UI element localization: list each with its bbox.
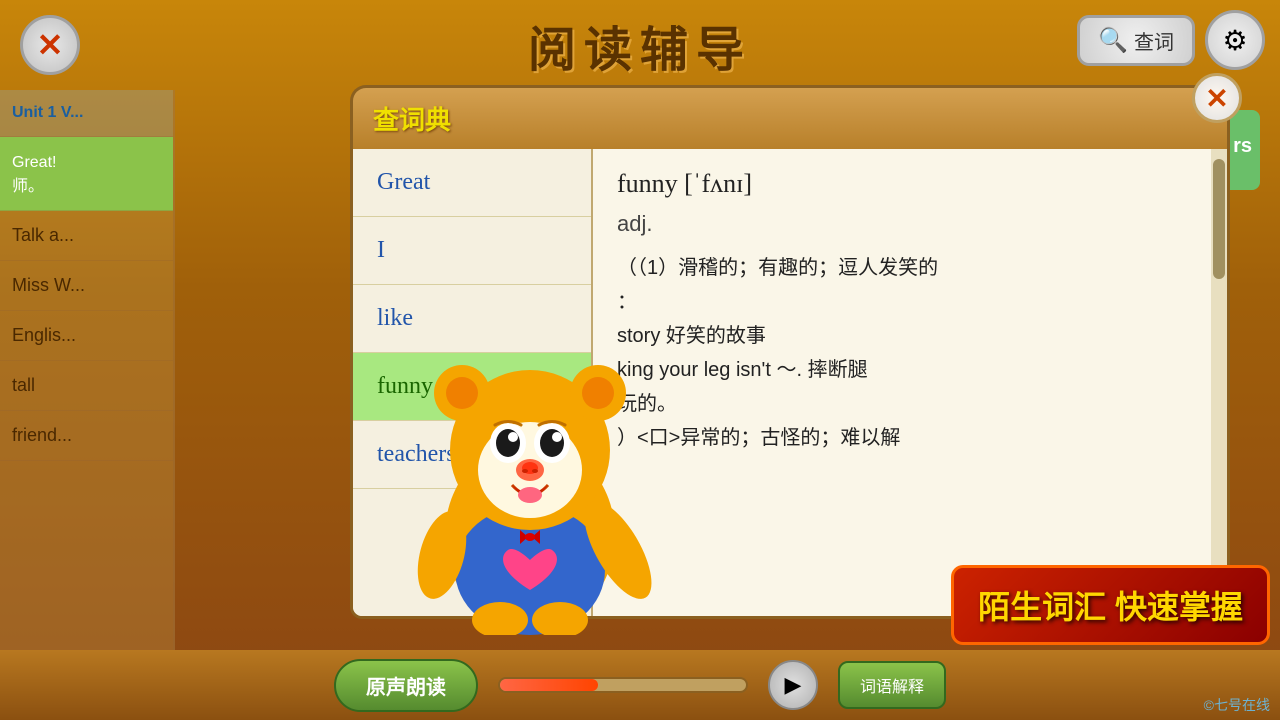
dict-close-button[interactable]: ✕ [1192, 73, 1242, 123]
scrollbar-thumb[interactable] [1213, 159, 1225, 279]
scrollbar[interactable] [1211, 149, 1227, 616]
bottom-bar: 原声朗读 ▶ 词语解释 [0, 650, 1280, 720]
play-button[interactable]: ▶ [768, 660, 818, 710]
sidebar-item-talk[interactable]: Talk a... [0, 211, 173, 261]
dict-header: 查词典 ✕ [350, 85, 1230, 149]
sidebar-item-friend[interactable]: friend... [0, 411, 173, 461]
app-background: ✕ 阅读辅导 🔍 查词 ⚙ Unit 1 V... Great!师。 Talk … [0, 0, 1280, 720]
watermark: ©七号在线 [1204, 695, 1270, 715]
bottom-right-button[interactable]: 词语解释 [838, 661, 946, 709]
definition-text: （（1）滑稽的；有趣的；逗人发笑的 ： story 好笑的故事 king you… [617, 251, 1187, 455]
right-suffix: rs [1233, 135, 1252, 158]
sidebar-item-great[interactable]: Great!师。 [0, 137, 173, 211]
bear-mascot [380, 275, 700, 655]
search-dict-button[interactable]: 🔍 查词 [1077, 15, 1195, 66]
settings-button[interactable]: ⚙ [1205, 10, 1265, 70]
top-right-buttons: 🔍 查词 ⚙ [1077, 10, 1265, 70]
app-close-button[interactable]: ✕ [20, 15, 80, 75]
gear-icon: ⚙ [1222, 24, 1247, 57]
read-aloud-button[interactable]: 原声朗读 [334, 659, 478, 712]
app-title: 阅读辅导 [528, 10, 752, 80]
word-phonetic: funny [ˈfʌnɪ] [617, 169, 1187, 199]
word-pos: adj. [617, 211, 1187, 237]
word-item-great[interactable]: Great [353, 149, 591, 217]
sidebar-item-unit1[interactable]: Unit 1 V... [0, 90, 173, 137]
play-icon: ▶ [785, 672, 802, 698]
dict-title: 查词典 [373, 100, 451, 137]
search-icon: 🔍 [1098, 26, 1128, 55]
vocab-banner-text: 陌生词汇 快速掌握 [978, 589, 1243, 625]
sidebar: Unit 1 V... Great!师。 Talk a... Miss W...… [0, 90, 175, 650]
top-bar: ✕ 阅读辅导 🔍 查词 ⚙ [0, 0, 1280, 90]
progress-bar[interactable] [498, 677, 748, 693]
vocab-banner: 陌生词汇 快速掌握 [951, 565, 1270, 645]
progress-fill [500, 679, 598, 691]
sidebar-item-english[interactable]: Englis... [0, 311, 173, 361]
sidebar-item-tall[interactable]: tall [0, 361, 173, 411]
sidebar-item-missw[interactable]: Miss W... [0, 261, 173, 311]
